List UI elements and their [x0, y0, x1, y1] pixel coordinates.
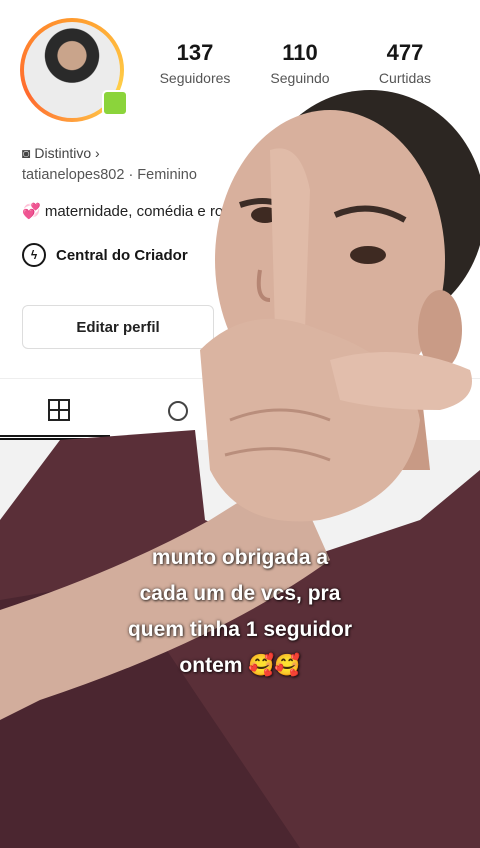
- badge-icon: ◙: [22, 145, 31, 161]
- creator-center-label: Central do Criador: [56, 246, 188, 264]
- active-tab-indicator: [0, 435, 110, 437]
- separator-dot: ·: [128, 167, 138, 183]
- private-video-label: Me: [0, 438, 88, 440]
- followers-stat[interactable]: 137 Seguidores: [145, 40, 245, 86]
- grid-icon[interactable]: [48, 399, 70, 421]
- badge-link[interactable]: ◙ Distintivo ›: [22, 145, 100, 161]
- username-line: tatianelopes802 · Feminino: [22, 167, 197, 183]
- likes-stat[interactable]: 477 Curtidas: [355, 40, 455, 86]
- profile-screen: 137 Seguidores 110 Seguindo 477 Curtidas…: [0, 0, 480, 440]
- creator-center-button[interactable]: ϟ Central do Criador: [22, 236, 212, 274]
- tag-icon[interactable]: [168, 401, 188, 421]
- followers-label: Seguidores: [159, 70, 231, 86]
- bio-text: 💞 maternidade, comédia e ro: [22, 203, 224, 220]
- video-caption: munto obrigada a cada um de vcs, pra que…: [127, 546, 353, 677]
- following-label: Seguindo: [270, 70, 330, 86]
- knuckle-line-2: [224, 447, 331, 462]
- avatar[interactable]: [14, 18, 128, 122]
- badge-label: Distintivo ›: [34, 145, 100, 161]
- avatar-sticker-icon: [102, 90, 128, 116]
- username: tatianelopes802: [22, 167, 125, 183]
- lightning-icon: ϟ: [22, 243, 46, 267]
- following-count: 110: [282, 40, 318, 65]
- likes-count: 477: [386, 40, 424, 65]
- followers-count: 137: [176, 40, 214, 65]
- edit-profile-button[interactable]: Editar perfil: [22, 305, 214, 349]
- likes-label: Curtidas: [378, 70, 432, 86]
- following-stat[interactable]: 110 Seguindo: [250, 40, 350, 86]
- gender-label: Feminino: [137, 167, 197, 183]
- profile-tabs: [0, 378, 480, 437]
